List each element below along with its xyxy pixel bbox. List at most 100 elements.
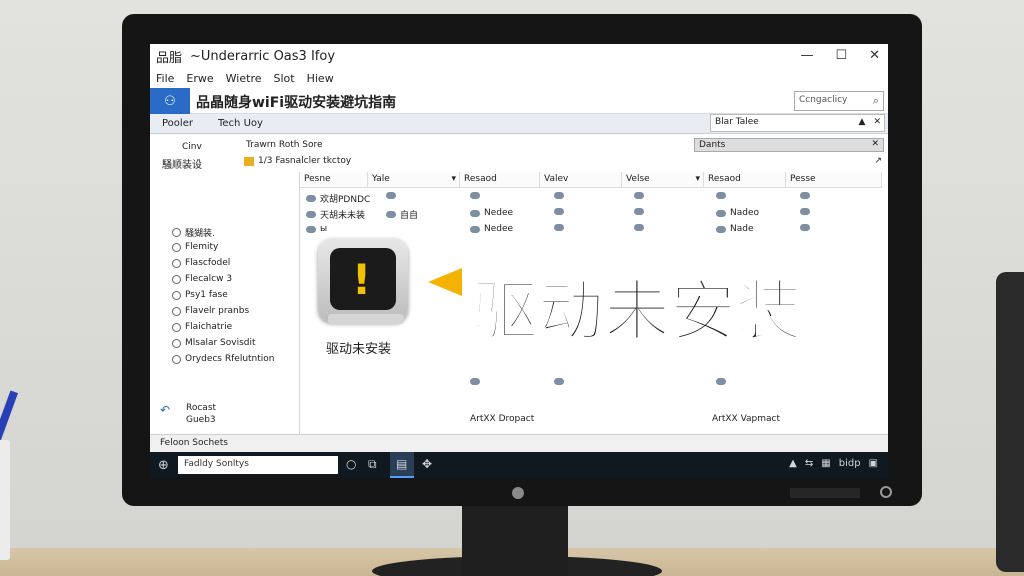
column-header[interactable]: Resaod — [704, 172, 786, 188]
list-item[interactable]: Nedee — [470, 224, 513, 234]
tray-label[interactable]: bidp — [839, 458, 861, 469]
nav-item[interactable]: Flaichatrie — [172, 322, 232, 332]
nav-item[interactable]: Flemity — [172, 242, 218, 252]
nav-item[interactable]: Mlsalar Sovisdit — [172, 338, 256, 348]
list-item[interactable]: Nedee — [470, 208, 513, 218]
menu-view[interactable]: Wietre — [226, 72, 262, 85]
list-item[interactable] — [800, 224, 810, 231]
settings-icon[interactable]: ✥ — [422, 457, 432, 471]
circle-icon — [172, 274, 181, 284]
nav-item[interactable]: Psy1 fase — [172, 290, 228, 300]
list-item[interactable] — [554, 378, 564, 385]
menu-bar: File Erwe Wietre Slot Hiew — [150, 68, 888, 88]
task-view-icon[interactable]: ⧉ — [368, 457, 377, 472]
window-app-name: 品脂 — [156, 50, 183, 66]
file-icon — [716, 209, 726, 217]
menu-edit[interactable]: Erwe — [186, 72, 213, 85]
circle-icon — [172, 228, 181, 237]
filter-combo[interactable]: Dants ✕ — [694, 138, 884, 152]
start-icon[interactable]: ⊕ — [158, 458, 169, 473]
list-item[interactable] — [470, 378, 480, 385]
folder-icon — [244, 156, 254, 166]
file-icon — [386, 211, 396, 218]
tray-up-icon[interactable]: ▲ — [789, 458, 797, 469]
file-icon — [470, 209, 480, 217]
search-icon[interactable]: ⌕ — [873, 94, 879, 108]
column-header[interactable]: Pesse — [786, 172, 882, 188]
list-item-bottom-right[interactable]: ArtXX Vapmact — [712, 414, 780, 424]
window-title: ~Underarric Oas3 Ifoy — [190, 48, 336, 64]
menu-help[interactable]: Hiew — [307, 72, 334, 85]
list-item[interactable]: 欢胡PDNDC — [306, 192, 370, 205]
taskbar-search-input[interactable]: Fadldy Sonltys — [178, 456, 338, 474]
address-field[interactable]: Blar Talee ▲ ✕ — [710, 114, 885, 132]
circle-icon[interactable]: ○ — [346, 457, 356, 471]
nav-bottom[interactable]: ↶ Rocast Gueb3 — [160, 402, 216, 426]
nav-top-item[interactable]: 騒顺装设 — [162, 156, 202, 171]
column-header[interactable]: Yale ▾ — [368, 172, 460, 188]
file-icon — [716, 225, 726, 233]
nav-item[interactable]: Flavelr pranbs — [172, 306, 249, 316]
list-item[interactable] — [800, 192, 810, 199]
nav-item[interactable]: 騒猢装. — [172, 226, 215, 239]
app-header: ⚇ 品晶随身wiFi驱动安装避坑指南 Ccngaclicy ⌕ — [150, 88, 888, 114]
list-item[interactable] — [716, 378, 726, 385]
tab-tech[interactable]: Tech Uoy — [218, 118, 263, 129]
explorer-icon[interactable]: ▤ — [396, 457, 407, 471]
address-controls: ▲ ✕ — [859, 117, 881, 127]
minimize-icon[interactable]: — — [800, 48, 813, 63]
warning-device-icon: ! — [314, 228, 414, 328]
list-item[interactable] — [386, 192, 396, 199]
list-item[interactable] — [470, 192, 480, 199]
search-placeholder: Ccngaclicy — [799, 95, 848, 105]
close-icon[interactable]: ✕ — [869, 48, 880, 63]
column-header[interactable]: Velse ▾ — [622, 172, 704, 188]
file-icon — [634, 208, 644, 215]
path-bar: Trawrn Roth Sore 1/3 Fasnalcler tkctoy D… — [240, 134, 888, 172]
list-item[interactable] — [800, 208, 810, 215]
up-icon[interactable]: ▲ — [859, 117, 866, 127]
clear-icon[interactable]: ✕ — [873, 117, 881, 127]
power-icon[interactable] — [880, 486, 892, 498]
path-line1: Trawrn Roth Sore — [246, 140, 323, 150]
file-icon — [716, 192, 726, 199]
tray-grid-icon[interactable]: ▦ — [821, 458, 830, 469]
nav-item[interactable]: Flecalcw 3 — [172, 274, 232, 284]
circle-icon — [172, 354, 181, 364]
list-item[interactable] — [554, 192, 564, 199]
maximize-icon[interactable]: ☐ — [835, 48, 847, 63]
list-item[interactable] — [716, 192, 726, 199]
list-item[interactable] — [634, 208, 644, 215]
column-header[interactable]: Resaod — [460, 172, 540, 188]
list-item[interactable]: 自自 — [386, 208, 418, 221]
notification-icon[interactable]: ▣ — [869, 458, 878, 469]
combo-close-icon[interactable]: ✕ — [871, 139, 879, 149]
network-icon[interactable]: ⇆ — [805, 458, 813, 469]
file-icon — [386, 192, 396, 199]
list-item[interactable] — [554, 224, 564, 231]
list-item[interactable] — [634, 224, 644, 231]
expand-icon[interactable]: ↗ — [874, 156, 882, 166]
list-item-bottom-left[interactable]: ArtXX Dropact — [470, 414, 534, 424]
exclamation-icon: ! — [352, 255, 372, 304]
tab-pooler[interactable]: Pooler — [162, 118, 193, 129]
list-item[interactable] — [634, 192, 644, 199]
file-icon — [306, 195, 316, 202]
search-input[interactable]: Ccngaclicy ⌕ — [794, 91, 884, 111]
list-item[interactable] — [554, 208, 564, 215]
list-item[interactable]: Nade — [716, 224, 754, 234]
file-icon — [554, 224, 564, 231]
file-icon — [634, 224, 644, 231]
nav-item[interactable]: Orydecs Rfelutntion — [172, 354, 275, 364]
monitor-buttons — [790, 488, 860, 498]
column-header[interactable]: Pesne — [300, 172, 368, 188]
path-line2[interactable]: 1/3 Fasnalcler tkctoy — [244, 156, 351, 166]
speaker — [996, 272, 1024, 572]
list-item[interactable]: Nadeo — [716, 208, 759, 218]
list-item[interactable]: 天胡未未装 — [306, 208, 365, 221]
menu-tools[interactable]: Slot — [274, 72, 295, 85]
menu-file[interactable]: File — [156, 72, 174, 85]
pen-cup — [0, 440, 10, 560]
nav-item[interactable]: Flascfodel — [172, 258, 230, 268]
column-header[interactable]: Valev — [540, 172, 622, 188]
